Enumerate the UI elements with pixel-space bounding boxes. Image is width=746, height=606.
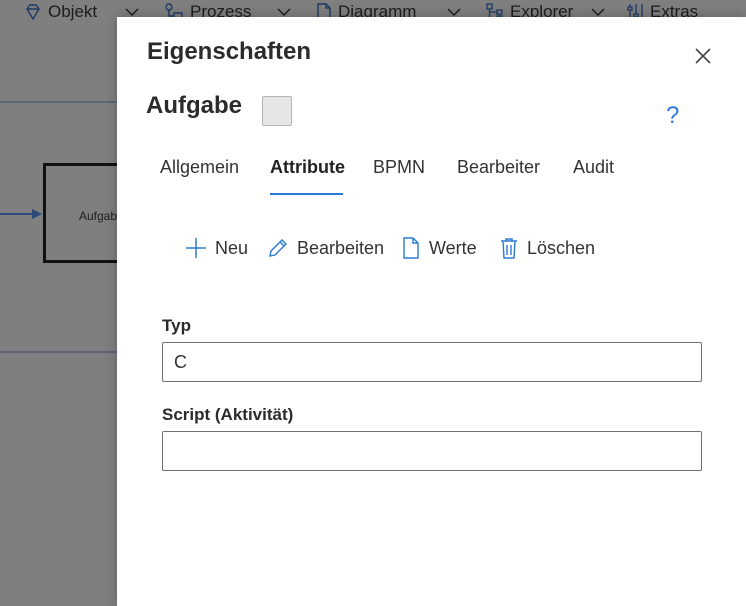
- pencil-icon: [269, 239, 287, 257]
- script-field[interactable]: [162, 431, 702, 471]
- delete-button-label: Löschen: [527, 237, 596, 258]
- tab-bearbeiter[interactable]: Bearbeiter: [457, 157, 540, 178]
- tab-attribute[interactable]: Attribute: [270, 157, 345, 178]
- sequence-flow-arrow: [0, 209, 42, 219]
- tab-allgemein[interactable]: Allgemein: [160, 157, 239, 178]
- properties-dialog: Eigenschaften Aufgabe ? Allgemein Attrib…: [117, 17, 746, 606]
- toolbar-item-objekt: Objekt: [24, 0, 97, 24]
- edit-button[interactable]: Bearbeiten: [267, 237, 384, 259]
- new-button[interactable]: Neu: [185, 237, 248, 259]
- typ-label: Typ: [162, 316, 191, 335]
- edit-button-label: Bearbeiten: [297, 237, 385, 258]
- plus-icon: [186, 238, 206, 258]
- script-label: Script (Aktivität): [162, 405, 294, 424]
- toolbar-item-label: Objekt: [48, 2, 98, 21]
- close-button[interactable]: [691, 44, 715, 68]
- tab-bpmn[interactable]: BPMN: [373, 157, 425, 178]
- entity-title: Aufgabe: [146, 92, 242, 119]
- values-button[interactable]: Werte: [401, 237, 477, 259]
- values-button-label: Werte: [429, 237, 477, 258]
- active-tab-indicator: [270, 193, 343, 195]
- tab-audit[interactable]: Audit: [573, 157, 614, 178]
- color-swatch[interactable]: [262, 96, 292, 126]
- diamond-icon: [26, 4, 40, 21]
- close-icon: [695, 48, 711, 64]
- help-icon[interactable]: ?: [666, 102, 679, 130]
- new-button-label: Neu: [215, 237, 249, 258]
- trash-icon: [501, 238, 517, 259]
- typ-field[interactable]: [162, 342, 702, 382]
- dialog-title: Eigenschaften: [147, 38, 312, 65]
- document-icon: [403, 237, 419, 259]
- delete-button[interactable]: Löschen: [499, 237, 595, 259]
